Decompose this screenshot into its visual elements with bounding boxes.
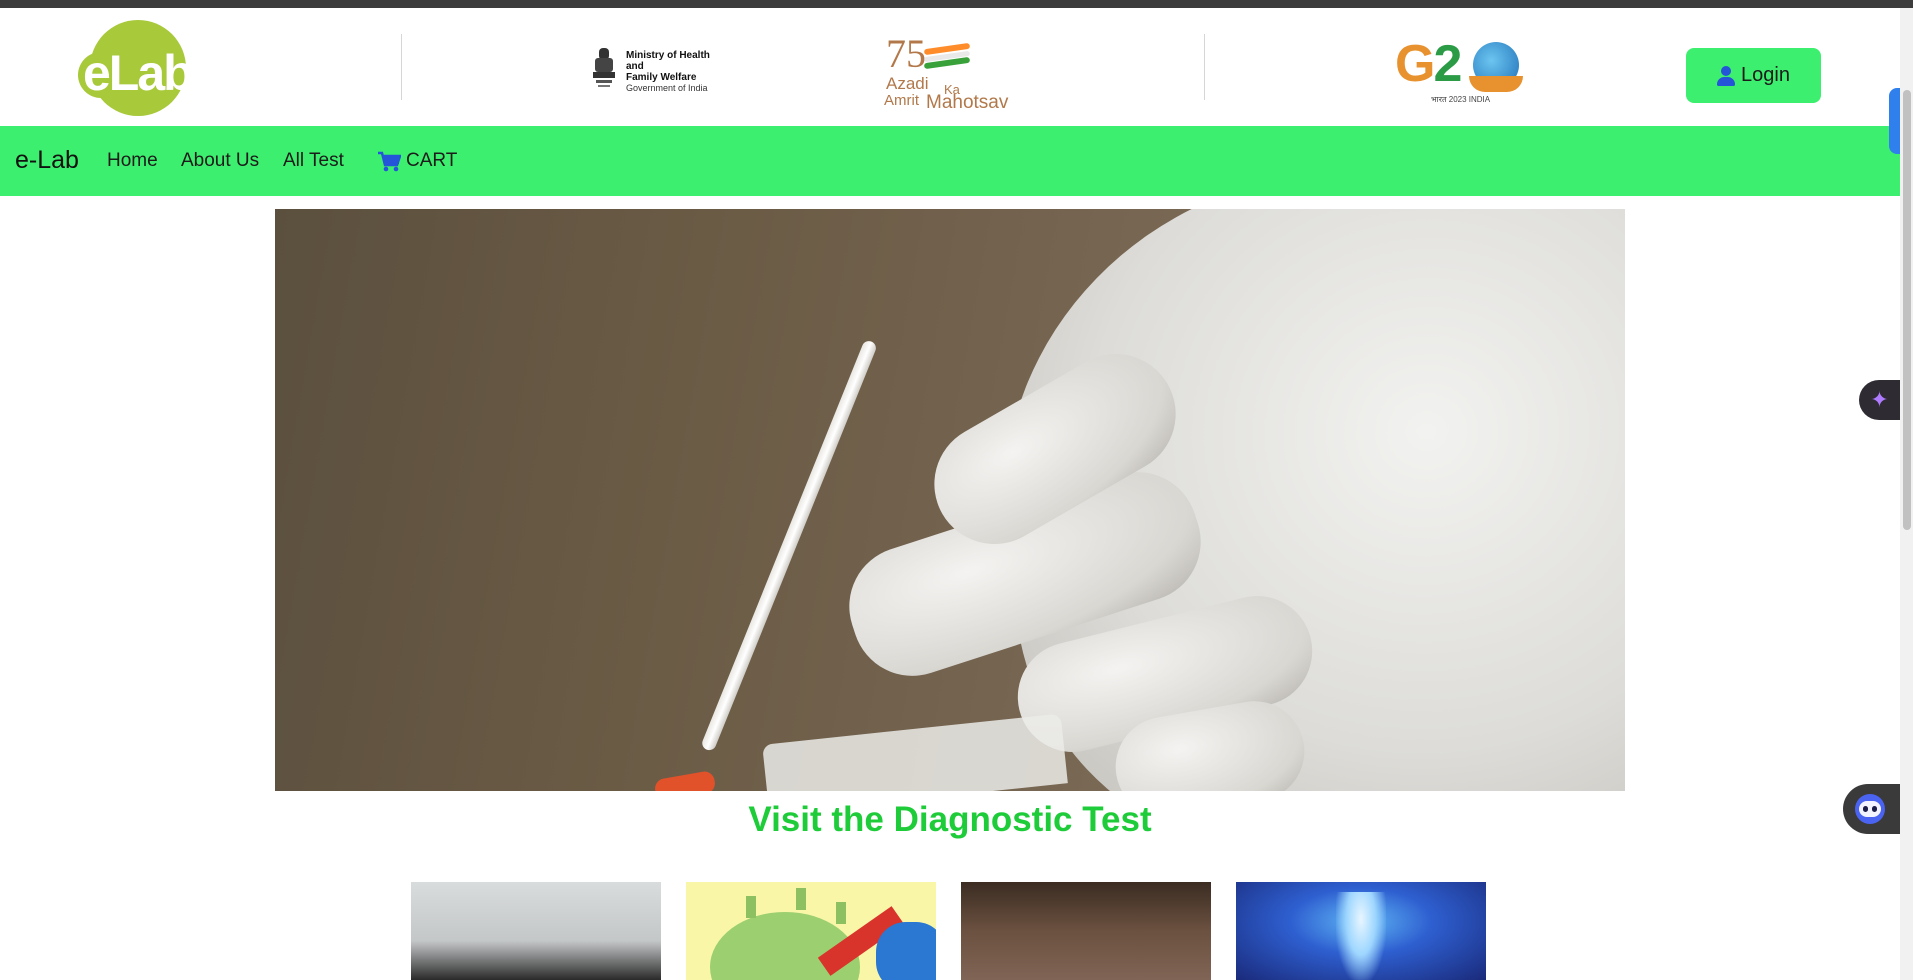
- red-cap: [653, 769, 717, 791]
- user-icon: [1717, 65, 1736, 86]
- ai-assistant-button[interactable]: ✦: [1859, 380, 1900, 420]
- ministry-line-1: Ministry of Health and: [626, 50, 710, 72]
- nav-link-about-us[interactable]: About Us: [181, 150, 259, 172]
- test-swab: [700, 339, 878, 753]
- azadi-ka-amrit-mahotsav-logo: 75 Azadi Ka Amrit Mahotsav: [880, 30, 1020, 114]
- ministry-line-3: Government of India: [626, 83, 708, 93]
- hero-banner-image: [275, 209, 1625, 791]
- login-label: Login: [1741, 64, 1790, 86]
- ministry-logo: Ministry of Health and Family Welfare Go…: [590, 46, 730, 94]
- chatbot-button[interactable]: [1843, 784, 1900, 834]
- lotus-icon: [1469, 76, 1523, 92]
- g20-g: G: [1395, 35, 1435, 93]
- browser-top-strip: [0, 0, 1913, 8]
- virus-spike: [796, 888, 806, 910]
- azadi-amrit-text: Amrit: [884, 92, 919, 109]
- nav-link-home[interactable]: Home: [107, 150, 158, 172]
- elab-logo[interactable]: eLab: [78, 20, 212, 116]
- site-header: eLab Ministry of Health and Family Welfa…: [0, 8, 1900, 126]
- azadi-number: 75: [886, 31, 926, 76]
- login-button[interactable]: Login: [1686, 48, 1821, 103]
- test-cassette: [762, 713, 1068, 791]
- azadi-mahotsav-text: Mahotsav: [926, 92, 1009, 113]
- blue-glove-illustration: [876, 922, 936, 980]
- test-card-2[interactable]: [686, 882, 936, 980]
- xray-neck-illustration: [1336, 892, 1386, 980]
- g20-text: G2: [1395, 34, 1462, 94]
- ministry-text: Ministry of Health and Family Welfare Go…: [626, 50, 730, 94]
- virus-spike: [746, 896, 756, 918]
- sparkle-icon: ✦: [1870, 387, 1889, 412]
- chatbot-icon: [1855, 794, 1885, 824]
- navbar-brand[interactable]: e-Lab: [15, 146, 79, 175]
- test-card-3[interactable]: [961, 882, 1211, 980]
- g20-subtitle: भारत 2023 INDIA: [1431, 95, 1491, 104]
- g20-two: 2: [1433, 35, 1462, 93]
- ministry-line-2: Family Welfare: [626, 72, 697, 83]
- virus-spike: [836, 902, 846, 924]
- side-widget-tab[interactable]: [1889, 88, 1900, 154]
- azadi-text: Azadi: [886, 74, 929, 93]
- nav-link-cart[interactable]: CART: [406, 150, 457, 172]
- test-card-4[interactable]: [1236, 882, 1486, 980]
- cart-icon[interactable]: [377, 151, 401, 173]
- page-scrollbar-thumb[interactable]: [1903, 90, 1911, 530]
- section-title: Visit the Diagnostic Test: [748, 800, 1152, 839]
- main-navbar: e-Lab Home About Us All Test CART: [0, 126, 1900, 196]
- header-divider-right: [1204, 34, 1205, 100]
- test-card-1[interactable]: [411, 882, 661, 980]
- header-divider-left: [401, 34, 402, 100]
- g20-logo: G2 भारत 2023 INDIA: [1395, 34, 1525, 108]
- national-emblem-icon: [593, 48, 615, 87]
- nav-link-all-test[interactable]: All Test: [283, 150, 344, 172]
- logo-text: eLab: [83, 45, 194, 101]
